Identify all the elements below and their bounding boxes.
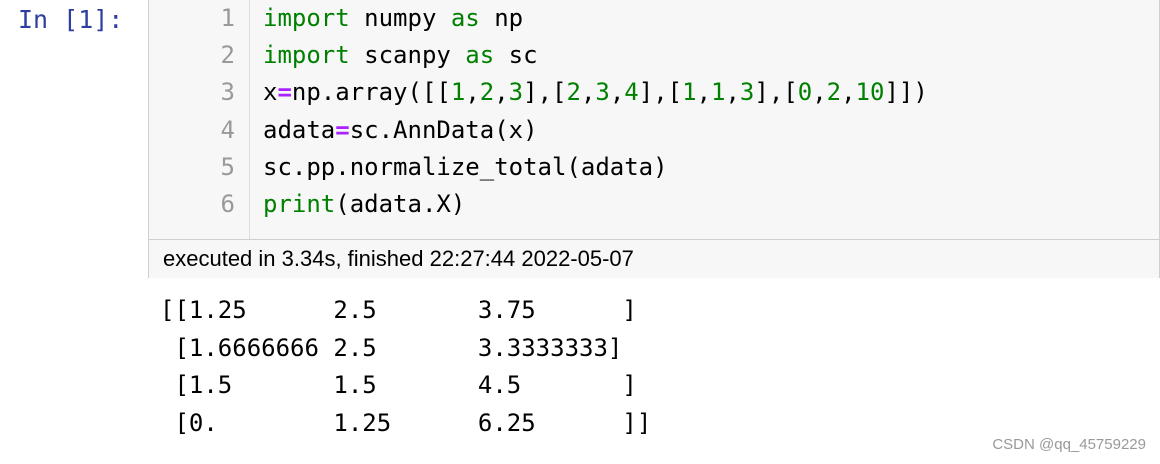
code-token: scanpy bbox=[349, 41, 466, 70]
code-token: , bbox=[494, 78, 509, 107]
code-token: 3 bbox=[595, 78, 610, 107]
line-number: 1 bbox=[220, 4, 235, 32]
code-token: 1 bbox=[450, 78, 466, 107]
code-token: ],[ bbox=[638, 78, 683, 107]
code-line[interactable]: sc.pp.normalize_total(adata) bbox=[263, 149, 668, 186]
output-line: [0. 1.25 6.25 ]] bbox=[160, 408, 652, 437]
code-token: , bbox=[580, 78, 596, 107]
code-token: , bbox=[465, 78, 480, 107]
code-token: 1 bbox=[682, 78, 697, 107]
code-token: import bbox=[263, 4, 350, 32]
line-number: 5 bbox=[220, 152, 235, 181]
execution-info-text: executed in 3.34s, finished 22:27:44 202… bbox=[163, 246, 634, 271]
code-line[interactable]: print(adata.X) bbox=[263, 186, 465, 223]
code-token: , bbox=[841, 78, 856, 107]
code-token: 3 bbox=[508, 78, 524, 107]
code-token: 3 bbox=[739, 78, 755, 107]
code-token: , bbox=[609, 78, 625, 107]
code-token: = bbox=[335, 115, 350, 144]
code-line[interactable]: import scanpy as sc bbox=[263, 37, 538, 74]
code-token: = bbox=[277, 78, 292, 107]
code-token: as bbox=[465, 41, 495, 70]
code-token: , bbox=[696, 78, 712, 107]
code-token: np.array([[ bbox=[291, 78, 451, 107]
code-token: 1 bbox=[711, 78, 726, 107]
cell-prompt: In [1]: bbox=[18, 5, 124, 34]
code-line[interactable]: adata=sc.AnnData(x) bbox=[263, 112, 538, 149]
code-token: ],[ bbox=[523, 78, 567, 107]
code-token: 2 bbox=[826, 78, 842, 107]
code-line[interactable]: x=np.array([[1,2,3],[2,3,4],[1,1,3],[0,2… bbox=[263, 74, 928, 111]
output-line: [1.5 1.5 4.5 ] bbox=[160, 371, 637, 399]
code-token: 0 bbox=[797, 78, 813, 107]
code-token: ],[ bbox=[754, 78, 798, 107]
code-token: print bbox=[263, 190, 336, 218]
code-token: sc bbox=[494, 41, 538, 70]
execution-info-bar: executed in 3.34s, finished 22:27:44 202… bbox=[149, 239, 1159, 278]
watermark: CSDN @qq_45759229 bbox=[992, 436, 1146, 453]
code-token: 10 bbox=[855, 78, 885, 107]
code-token: x bbox=[263, 78, 278, 107]
output-line: [[1.25 2.5 3.75 ] bbox=[160, 296, 637, 324]
code-token: as bbox=[450, 4, 480, 32]
code-token: 2 bbox=[566, 78, 581, 107]
code-token: import bbox=[263, 41, 350, 70]
output-line: [1.6666666 2.5 3.3333333] bbox=[160, 333, 623, 362]
cell-output: [[1.25 2.5 3.75 ] [1.6666666 2.5 3.33333… bbox=[160, 292, 651, 442]
code-token: numpy bbox=[349, 4, 451, 32]
code-token: sc.pp.normalize_total(adata) bbox=[263, 152, 668, 181]
code-token: , bbox=[725, 78, 740, 107]
code-token: 4 bbox=[624, 78, 639, 107]
line-number: 3 bbox=[220, 78, 235, 107]
line-number-gutter: 1 2 3 4 5 6 bbox=[149, 0, 249, 239]
line-number: 4 bbox=[220, 115, 235, 144]
code-token: sc.AnnData(x) bbox=[349, 115, 538, 144]
code-token: 2 bbox=[479, 78, 495, 107]
line-number: 2 bbox=[220, 41, 235, 70]
code-line[interactable]: import numpy as np bbox=[263, 0, 523, 37]
code-token: , bbox=[812, 78, 827, 107]
code-token: adata bbox=[263, 115, 336, 144]
code-token: np bbox=[479, 4, 524, 32]
gutter-divider bbox=[249, 0, 250, 239]
code-cell[interactable]: 123456 import numpy as np import scanpy a… bbox=[148, 0, 1160, 278]
line-number: 6 bbox=[220, 190, 235, 218]
code-token: ]]) bbox=[884, 78, 928, 107]
code-token: (adata.X) bbox=[335, 190, 466, 218]
